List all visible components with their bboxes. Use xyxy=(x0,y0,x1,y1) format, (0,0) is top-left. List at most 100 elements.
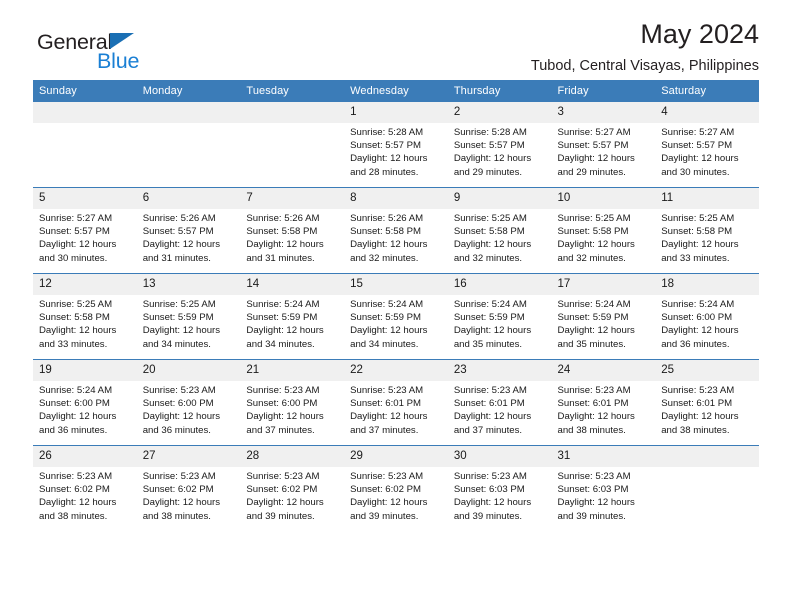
day-details: Sunrise: 5:23 AM Sunset: 6:02 PM Daylight:… xyxy=(137,467,241,523)
daylight-text: Daylight: 12 hours and 38 minutes. xyxy=(142,497,221,522)
day-details: Sunrise: 5:23 AM Sunset: 6:00 PM Daylight:… xyxy=(240,381,344,437)
calendar-page: General Blue May 2024 Tubod, Central Vis… xyxy=(0,0,792,612)
daylight-text: Daylight: 12 hours and 37 minutes. xyxy=(246,411,324,436)
day-number: 30 xyxy=(447,446,552,467)
calendar-day-cell[interactable]: 24 Sunrise: 5:23 AM Sunset: 6:01 PM Dayligh… xyxy=(551,359,656,446)
day-details: Sunrise: 5:26 AM Sunset: 5:58 PM Daylight:… xyxy=(344,209,448,265)
calendar-day-cell[interactable]: 31 Sunrise: 5:23 AM Sunset: 6:03 PM Dayligh… xyxy=(551,445,656,531)
sunset-text: Sunset: 6:02 PM xyxy=(142,484,214,496)
sunrise-text: Sunrise: 5:25 AM xyxy=(142,299,216,310)
daylight-text: Daylight: 12 hours and 39 minutes. xyxy=(246,497,324,522)
calendar-day-cell-empty xyxy=(33,102,137,188)
calendar-day-cell[interactable]: 19 Sunrise: 5:24 AM Sunset: 6:00 PM Dayligh… xyxy=(33,359,137,446)
day-number xyxy=(655,446,759,467)
calendar-day-cell[interactable]: 18 Sunrise: 5:24 AM Sunset: 6:00 PM Dayligh… xyxy=(655,273,759,360)
calendar-day-cell[interactable]: 15 Sunrise: 5:24 AM Sunset: 5:59 PM Dayligh… xyxy=(344,273,448,360)
sunset-text: Sunset: 5:58 PM xyxy=(557,226,629,238)
sunset-text: Sunset: 5:59 PM xyxy=(453,312,525,324)
daylight-text: Daylight: 12 hours and 36 minutes. xyxy=(142,411,221,436)
day-details: Sunrise: 5:26 AM Sunset: 5:57 PM Daylight:… xyxy=(137,209,241,265)
daylight-text: Daylight: 12 hours and 34 minutes. xyxy=(142,325,221,350)
calendar-day-cell[interactable]: 30 Sunrise: 5:23 AM Sunset: 6:03 PM Dayligh… xyxy=(447,445,552,531)
day-details: Sunrise: 5:25 AM Sunset: 5:58 PM Daylight:… xyxy=(552,209,656,265)
calendar-day-cell[interactable]: 11 Sunrise: 5:25 AM Sunset: 5:58 PM Dayligh… xyxy=(655,187,759,274)
calendar-day-cell[interactable]: 12 Sunrise: 5:25 AM Sunset: 5:58 PM Dayligh… xyxy=(33,273,137,360)
daylight-text: Daylight: 12 hours and 34 minutes. xyxy=(350,325,428,350)
day-number: 4 xyxy=(655,102,759,123)
calendar-day-cell[interactable]: 9 Sunrise: 5:25 AM Sunset: 5:58 PM Daylight… xyxy=(447,187,552,274)
calendar-day-cell[interactable]: 4 Sunrise: 5:27 AM Sunset: 5:57 PM Daylight… xyxy=(655,102,759,188)
calendar-day-cell[interactable]: 8 Sunrise: 5:26 AM Sunset: 5:58 PM Daylight… xyxy=(344,187,448,274)
calendar-week-row: 26 Sunrise: 5:23 AM Sunset: 6:02 PM Dayligh… xyxy=(33,445,759,531)
sunset-text: Sunset: 5:57 PM xyxy=(350,140,422,152)
daylight-text: Daylight: 12 hours and 36 minutes. xyxy=(39,411,117,436)
day-details: Sunrise: 5:28 AM Sunset: 5:57 PM Daylight:… xyxy=(448,123,552,179)
day-details: Sunrise: 5:27 AM Sunset: 5:57 PM Daylight:… xyxy=(33,209,137,265)
calendar-day-cell[interactable]: 17 Sunrise: 5:24 AM Sunset: 5:59 PM Dayligh… xyxy=(551,273,656,360)
day-details: Sunrise: 5:23 AM Sunset: 6:01 PM Daylight:… xyxy=(344,381,448,437)
sunrise-text: Sunrise: 5:23 AM xyxy=(142,471,216,482)
daylight-text: Daylight: 12 hours and 39 minutes. xyxy=(453,497,532,522)
sunset-text: Sunset: 6:02 PM xyxy=(39,484,110,496)
calendar-day-cell-empty xyxy=(655,445,759,531)
calendar-day-cell[interactable]: 26 Sunrise: 5:23 AM Sunset: 6:02 PM Dayligh… xyxy=(33,445,137,531)
calendar-day-cell[interactable]: 23 Sunrise: 5:23 AM Sunset: 6:01 PM Dayligh… xyxy=(447,359,552,446)
daylight-text: Daylight: 12 hours and 35 minutes. xyxy=(453,325,532,350)
sunset-text: Sunset: 5:59 PM xyxy=(142,312,214,324)
day-details: Sunrise: 5:23 AM Sunset: 6:02 PM Daylight:… xyxy=(344,467,448,523)
calendar-day-cell[interactable]: 25 Sunrise: 5:23 AM Sunset: 6:01 PM Dayligh… xyxy=(655,359,759,446)
sunset-text: Sunset: 6:00 PM xyxy=(142,398,214,410)
calendar-day-cell[interactable]: 13 Sunrise: 5:25 AM Sunset: 5:59 PM Dayligh… xyxy=(136,273,241,360)
calendar-day-cell[interactable]: 6 Sunrise: 5:26 AM Sunset: 5:57 PM Daylight… xyxy=(136,187,241,274)
page-header: General Blue May 2024 Tubod, Central Vis… xyxy=(33,0,759,74)
calendar-day-cell[interactable]: 14 Sunrise: 5:24 AM Sunset: 5:59 PM Dayligh… xyxy=(240,273,345,360)
calendar-day-cell[interactable]: 1 Sunrise: 5:28 AM Sunset: 5:57 PM Daylight… xyxy=(344,102,448,188)
sunset-text: Sunset: 5:59 PM xyxy=(246,312,318,324)
day-number: 9 xyxy=(447,188,552,209)
sunrise-text: Sunrise: 5:23 AM xyxy=(350,385,424,396)
day-details: Sunrise: 5:23 AM Sunset: 6:02 PM Daylight:… xyxy=(33,467,137,523)
calendar-header-row: Sunday Monday Tuesday Wednesday Thursday… xyxy=(33,80,759,102)
calendar-week-row: 12 Sunrise: 5:25 AM Sunset: 5:58 PM Dayligh… xyxy=(33,273,759,360)
sunset-text: Sunset: 6:01 PM xyxy=(453,398,525,410)
calendar-day-cell[interactable]: 29 Sunrise: 5:23 AM Sunset: 6:02 PM Dayligh… xyxy=(344,445,448,531)
sunrise-text: Sunrise: 5:26 AM xyxy=(350,213,424,224)
calendar-day-cell[interactable]: 28 Sunrise: 5:23 AM Sunset: 6:02 PM Dayligh… xyxy=(240,445,345,531)
day-details: Sunrise: 5:24 AM Sunset: 5:59 PM Daylight:… xyxy=(448,295,552,351)
sunset-text: Sunset: 5:58 PM xyxy=(246,226,318,238)
calendar-day-cell[interactable]: 7 Sunrise: 5:26 AM Sunset: 5:58 PM Daylight… xyxy=(240,187,345,274)
day-number xyxy=(240,102,345,123)
calendar-day-cell[interactable]: 16 Sunrise: 5:24 AM Sunset: 5:59 PM Dayligh… xyxy=(447,273,552,360)
day-number: 6 xyxy=(136,188,241,209)
sunrise-text: Sunrise: 5:24 AM xyxy=(350,299,424,310)
daylight-text: Daylight: 12 hours and 37 minutes. xyxy=(350,411,428,436)
calendar-day-cell[interactable]: 5 Sunrise: 5:27 AM Sunset: 5:57 PM Daylight… xyxy=(33,187,137,274)
sunrise-text: Sunrise: 5:27 AM xyxy=(557,127,631,138)
sunset-text: Sunset: 6:02 PM xyxy=(246,484,318,496)
calendar-day-cell[interactable]: 3 Sunrise: 5:27 AM Sunset: 5:57 PM Daylight… xyxy=(551,102,656,188)
calendar-day-cell[interactable]: 10 Sunrise: 5:25 AM Sunset: 5:58 PM Dayligh… xyxy=(551,187,656,274)
day-number: 2 xyxy=(447,102,552,123)
day-number: 18 xyxy=(655,274,759,295)
general-blue-logo[interactable]: General Blue xyxy=(37,31,237,80)
sunrise-text: Sunrise: 5:26 AM xyxy=(142,213,216,224)
daylight-text: Daylight: 12 hours and 34 minutes. xyxy=(246,325,324,350)
calendar-day-cell[interactable]: 22 Sunrise: 5:23 AM Sunset: 6:01 PM Dayligh… xyxy=(344,359,448,446)
day-number: 26 xyxy=(33,446,137,467)
day-details: Sunrise: 5:28 AM Sunset: 5:57 PM Daylight:… xyxy=(344,123,448,179)
daylight-text: Daylight: 12 hours and 37 minutes. xyxy=(453,411,532,436)
day-details: Sunrise: 5:23 AM Sunset: 6:02 PM Daylight:… xyxy=(240,467,344,523)
calendar-day-cell[interactable]: 27 Sunrise: 5:23 AM Sunset: 6:02 PM Dayligh… xyxy=(136,445,241,531)
sunset-text: Sunset: 5:57 PM xyxy=(142,226,214,238)
daylight-text: Daylight: 12 hours and 36 minutes. xyxy=(661,325,739,350)
calendar-day-cell[interactable]: 20 Sunrise: 5:23 AM Sunset: 6:00 PM Dayligh… xyxy=(136,359,241,446)
sunset-text: Sunset: 5:57 PM xyxy=(557,140,629,152)
day-number: 27 xyxy=(136,446,241,467)
day-details: Sunrise: 5:26 AM Sunset: 5:58 PM Daylight:… xyxy=(240,209,344,265)
calendar-day-cell[interactable]: 21 Sunrise: 5:23 AM Sunset: 6:00 PM Dayligh… xyxy=(240,359,345,446)
calendar-body: 1 Sunrise: 5:28 AM Sunset: 5:57 PM Daylight… xyxy=(33,102,759,531)
sunrise-text: Sunrise: 5:27 AM xyxy=(39,213,113,224)
calendar-day-cell[interactable]: 2 Sunrise: 5:28 AM Sunset: 5:57 PM Daylight… xyxy=(447,102,552,188)
daylight-text: Daylight: 12 hours and 38 minutes. xyxy=(39,497,117,522)
sunset-text: Sunset: 5:57 PM xyxy=(453,140,525,152)
